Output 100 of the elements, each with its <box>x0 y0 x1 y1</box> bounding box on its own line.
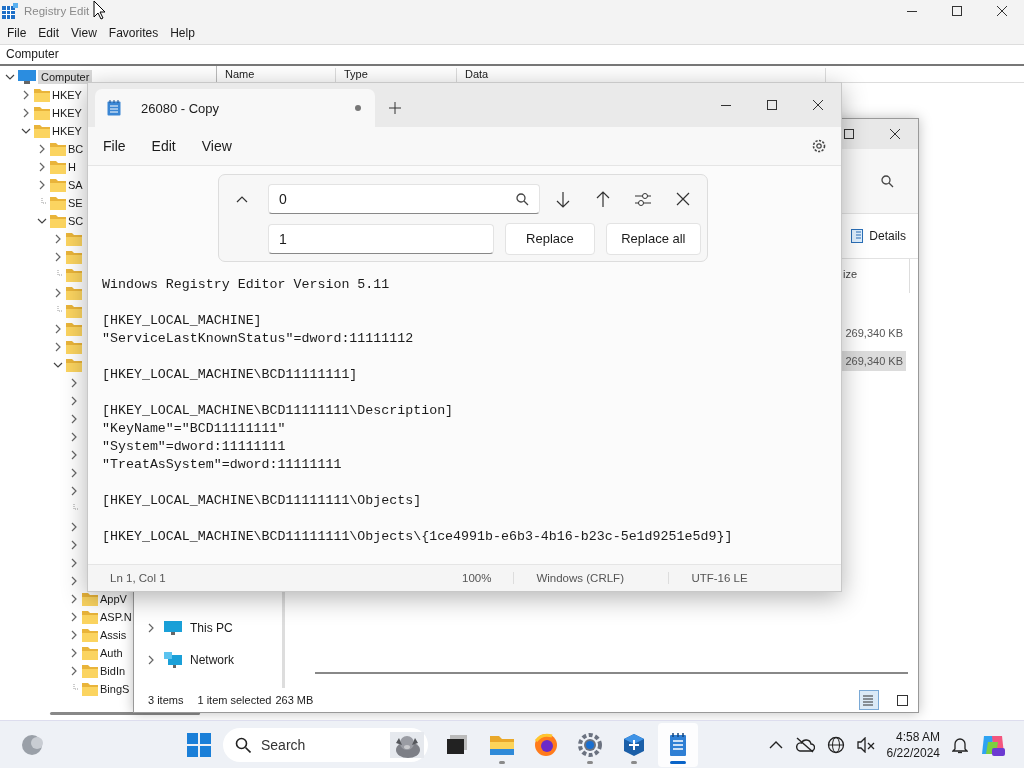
chevron-right-icon[interactable] <box>69 468 79 478</box>
chevron-right-icon[interactable] <box>69 558 79 568</box>
file-size[interactable]: 269,340 KB <box>838 323 906 343</box>
chevron-down-icon[interactable] <box>5 72 15 82</box>
globe-icon[interactable] <box>826 736 845 754</box>
chevron-right-icon[interactable] <box>69 450 79 460</box>
close-icon[interactable] <box>890 129 900 139</box>
chevron-right-icon[interactable] <box>53 252 63 262</box>
chevron-right-icon[interactable] <box>69 486 79 496</box>
start-icon[interactable] <box>187 733 211 757</box>
tree-item[interactable]: SC <box>68 214 84 228</box>
replace-button[interactable]: Replace all <box>605 223 701 256</box>
plus-icon[interactable] <box>389 102 401 114</box>
chevron-right-icon[interactable] <box>21 90 31 100</box>
tree-item[interactable]: BidIn <box>100 664 126 678</box>
chevron-right-icon[interactable] <box>69 522 79 532</box>
folder-icon <box>66 286 82 300</box>
nav-item[interactable]: Network <box>134 644 282 676</box>
chevron-right-icon[interactable] <box>69 396 79 406</box>
maximize-icon[interactable] <box>951 6 962 16</box>
close-icon[interactable] <box>675 190 691 208</box>
chevron-up-icon[interactable] <box>236 195 248 204</box>
tree-item[interactable]: AppV <box>100 592 127 606</box>
find-field[interactable]: 0 <box>268 184 540 215</box>
nav-item[interactable]: This PC <box>134 612 282 644</box>
tree-item[interactable]: BC <box>68 142 84 156</box>
computer-icon <box>18 70 36 84</box>
maximize-icon[interactable] <box>844 129 854 139</box>
chevron-right-icon[interactable] <box>53 324 63 334</box>
folder-icon <box>82 646 98 660</box>
chevron-down-icon[interactable] <box>21 126 31 136</box>
close-icon[interactable] <box>996 6 1007 16</box>
tree-item[interactable]: H <box>68 160 76 174</box>
cube-icon <box>621 732 647 758</box>
tree-item[interactable]: SE <box>68 196 83 210</box>
tree-item[interactable]: HKEY <box>52 88 82 102</box>
menu-item[interactable]: Favorites <box>102 26 165 40</box>
sliders-icon[interactable] <box>635 190 651 208</box>
chevron-right-icon[interactable] <box>69 594 79 604</box>
chevron-right-icon[interactable] <box>37 180 47 190</box>
tree-item[interactable]: ASP.N <box>100 610 132 624</box>
chevron-right-icon[interactable] <box>69 414 79 424</box>
address-bar[interactable]: Computer <box>0 44 1024 66</box>
menu-item[interactable]: Help <box>164 26 201 40</box>
tree-item[interactable]: Assis <box>100 628 127 642</box>
tree-item[interactable]: SA <box>68 178 83 192</box>
cloud-off-icon[interactable] <box>794 737 815 753</box>
network-icon <box>164 652 182 668</box>
chevron-right-icon[interactable] <box>146 655 156 665</box>
chevron-right-icon[interactable] <box>53 342 63 352</box>
replace-button[interactable]: Replace <box>505 223 595 256</box>
chevron-right-icon[interactable] <box>69 612 79 622</box>
tree-item[interactable]: Computer <box>38 70 93 84</box>
details-button[interactable]: Details <box>847 226 910 246</box>
settings-icon[interactable] <box>811 137 827 154</box>
chevron-right-icon[interactable] <box>69 378 79 388</box>
speaker-muted-icon[interactable] <box>856 737 875 753</box>
column-header[interactable]: ize <box>843 268 858 280</box>
menu-item[interactable]: Edit <box>32 26 66 40</box>
details-view-button[interactable] <box>860 691 878 709</box>
search-icon[interactable] <box>881 174 894 188</box>
chevron-right-icon[interactable] <box>69 540 79 550</box>
chevron-right-icon[interactable] <box>146 623 156 633</box>
arrow-down-icon[interactable] <box>555 190 571 208</box>
chevron-right-icon[interactable] <box>37 162 47 172</box>
menu-item[interactable]: View <box>192 137 241 154</box>
tree-item[interactable]: HKEY <box>52 124 82 138</box>
document-tab[interactable]: 26080 - Copy <box>95 89 375 127</box>
details-icon <box>851 229 864 243</box>
chevron-right-icon[interactable] <box>53 234 63 244</box>
tree-item[interactable]: BingS <box>100 682 130 696</box>
chevron-right-icon[interactable] <box>69 666 79 676</box>
tree-item[interactable]: HKEY <box>52 106 82 120</box>
close-icon[interactable] <box>813 100 823 110</box>
bell-icon[interactable] <box>952 736 968 754</box>
chevron-right-icon[interactable] <box>69 630 79 640</box>
scrollbar[interactable] <box>315 672 908 674</box>
chevron-right-icon[interactable] <box>69 432 79 442</box>
folder-icon <box>50 160 66 174</box>
running-indicator <box>670 761 686 764</box>
search-box[interactable]: Search <box>223 728 428 762</box>
computer-icon <box>164 620 182 636</box>
chevron-right-icon[interactable] <box>69 648 79 658</box>
chevron-down-icon[interactable] <box>53 360 63 370</box>
arrow-up-icon[interactable] <box>595 190 611 208</box>
chevron-up-icon[interactable] <box>768 740 783 750</box>
maximize-icon[interactable] <box>767 100 777 110</box>
menu-item[interactable]: File <box>1 26 33 40</box>
menu-item[interactable]: View <box>65 26 103 40</box>
chevron-right-icon[interactable] <box>21 108 31 118</box>
chevron-down-icon[interactable] <box>37 216 47 226</box>
chevron-right-icon[interactable] <box>69 576 79 586</box>
search-icon[interactable] <box>516 192 529 206</box>
menu-item[interactable]: File <box>94 137 135 154</box>
chevron-right-icon[interactable] <box>37 144 47 154</box>
chevron-right-icon[interactable] <box>53 288 63 298</box>
tree-item[interactable]: Auth <box>100 646 123 660</box>
menu-item[interactable]: Edit <box>142 137 185 154</box>
replace-field[interactable]: 1 <box>268 224 495 255</box>
clock[interactable]: 4:58 AM 6/22/2024 <box>886 729 940 761</box>
